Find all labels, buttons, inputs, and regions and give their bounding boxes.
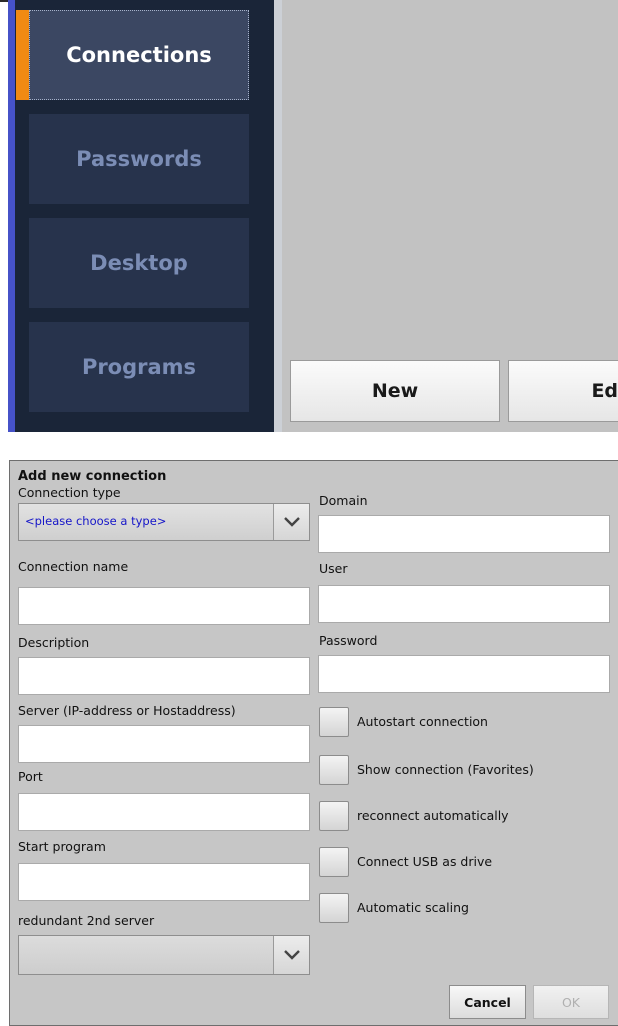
reconnect-checkbox[interactable] (319, 801, 349, 831)
sidebar-item-label: Passwords (76, 147, 202, 171)
cancel-button[interactable]: Cancel (449, 985, 526, 1019)
show-connection-label: Show connection (Favorites) (357, 762, 534, 777)
automatic-scaling-label: Automatic scaling (357, 900, 469, 915)
sidebar-item-label: Programs (81, 355, 197, 379)
description-label: Description (18, 635, 90, 650)
sidebar-item-desktop[interactable]: Desktop (29, 218, 249, 308)
sidebar-item-passwords[interactable]: Passwords (29, 114, 249, 204)
new-button-label: New (371, 380, 419, 402)
server-field[interactable] (18, 725, 310, 763)
port-field[interactable] (18, 793, 310, 831)
reconnect-label: reconnect automatically (357, 808, 509, 823)
autostart-label: Autostart connection (357, 714, 488, 729)
automatic-scaling-checkbox[interactable] (319, 893, 349, 923)
sidebar-item-connections[interactable]: Connections (29, 10, 249, 100)
start-program-label: Start program (18, 839, 106, 854)
start-program-field[interactable] (18, 863, 310, 901)
description-field[interactable] (18, 657, 310, 695)
user-field[interactable] (318, 585, 610, 623)
edit-button[interactable]: Edi (508, 360, 618, 422)
usb-drive-checkbox[interactable] (319, 847, 349, 877)
redundant-server-label: redundant 2nd server (18, 913, 155, 928)
sidebar-item-label: Connections (66, 43, 212, 67)
connection-name-label: Connection name (18, 559, 129, 574)
dialog-title: Add new connection (18, 469, 167, 484)
edit-button-label: Edi (591, 380, 618, 402)
password-label: Password (319, 633, 378, 648)
cancel-button-label: Cancel (464, 994, 511, 1010)
server-label: Server (IP-address or Hostaddress) (18, 703, 236, 718)
ok-button-label: OK (561, 994, 581, 1010)
connection-type-value: <please choose a type> (25, 514, 167, 528)
redundant-server-select[interactable] (18, 935, 310, 975)
autostart-checkbox[interactable] (319, 707, 349, 737)
main-app-panel: Connections Passwords Desktop Programs N… (8, 0, 618, 432)
chevron-down-icon[interactable] (273, 936, 309, 974)
chevron-down-icon[interactable] (273, 504, 309, 540)
sidebar-edge (8, 0, 15, 432)
password-field[interactable] (318, 655, 610, 693)
domain-label: Domain (319, 493, 368, 508)
sidebar-item-programs[interactable]: Programs (29, 322, 249, 412)
domain-field[interactable] (318, 515, 610, 553)
active-nav-indicator (16, 10, 29, 100)
ok-button[interactable]: OK (533, 985, 609, 1019)
connection-name-field[interactable] (18, 587, 310, 625)
new-button[interactable]: New (290, 360, 500, 422)
show-connection-checkbox[interactable] (319, 755, 349, 785)
add-connection-dialog: Add new connection Connection type <plea… (9, 460, 618, 1026)
connection-type-select[interactable]: <please choose a type> (18, 503, 310, 541)
user-label: User (319, 561, 348, 576)
usb-drive-label: Connect USB as drive (357, 854, 493, 869)
port-label: Port (18, 769, 43, 784)
sidebar-item-label: Desktop (90, 251, 188, 275)
connection-type-label: Connection type (18, 485, 121, 500)
